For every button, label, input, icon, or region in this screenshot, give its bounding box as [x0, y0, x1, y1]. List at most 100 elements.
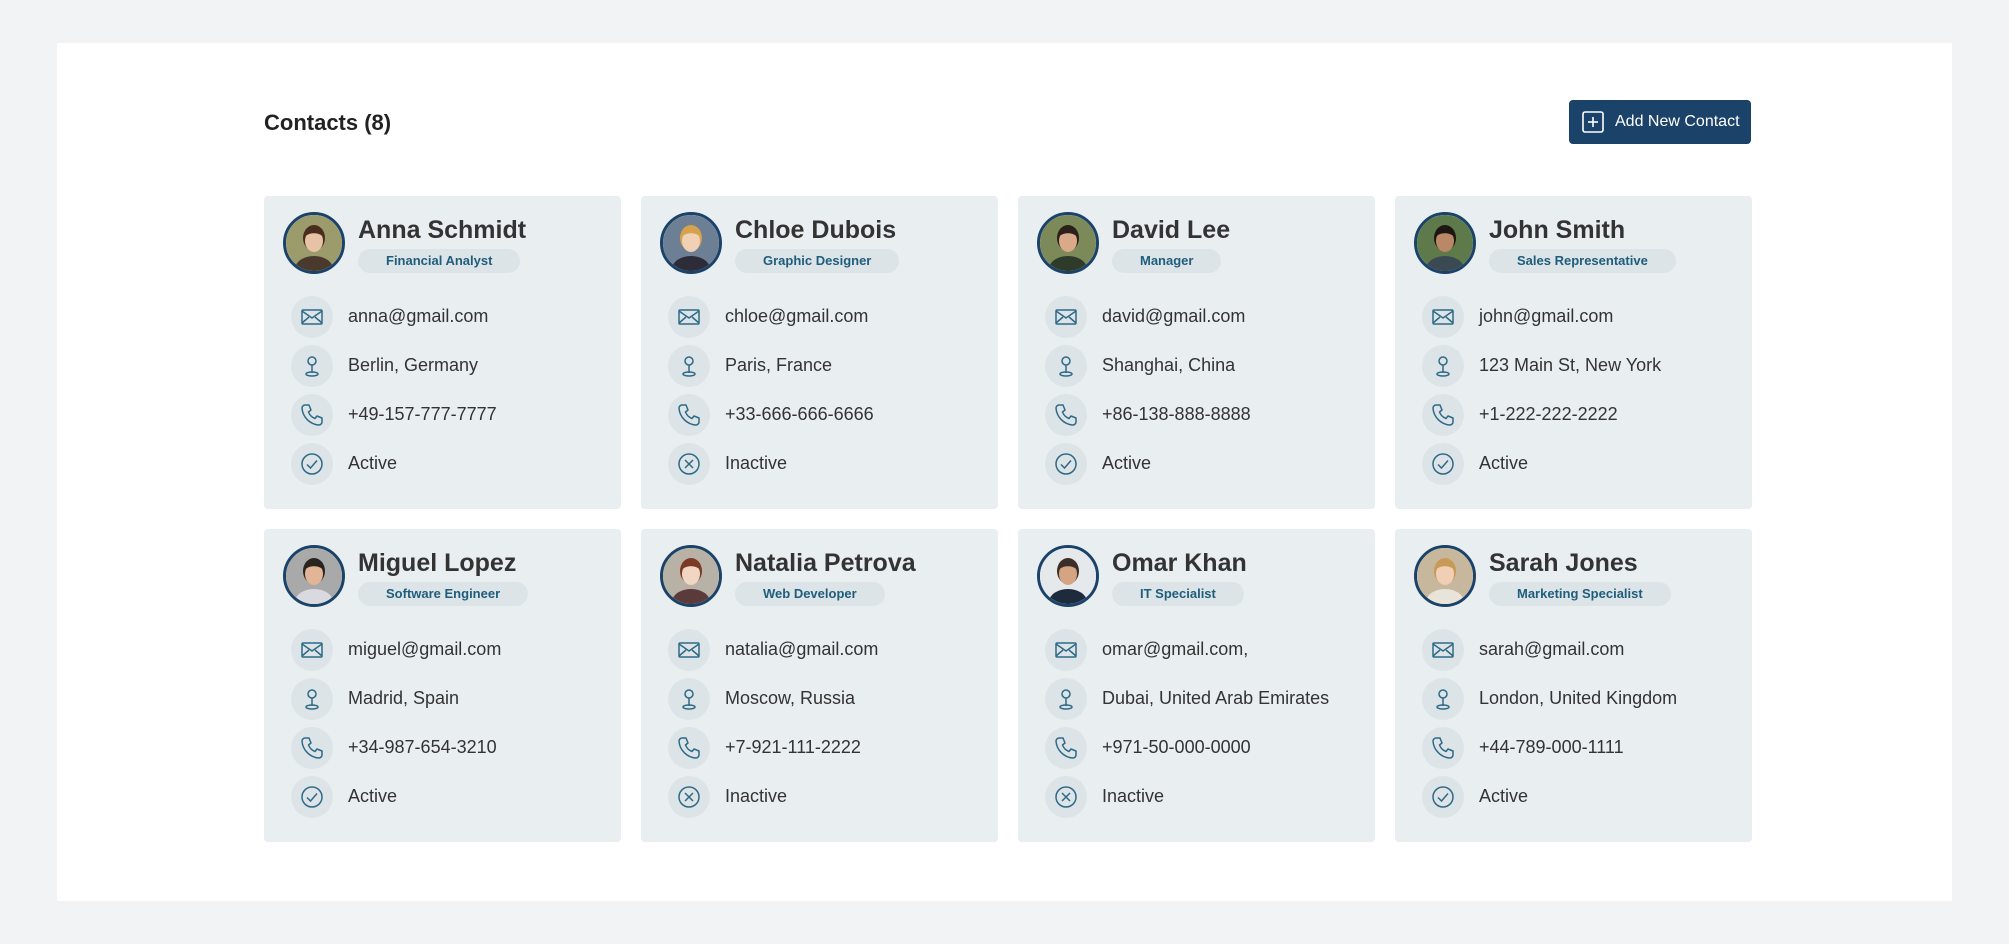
location-pin-icon: [668, 677, 710, 720]
location-pin-icon: [291, 677, 333, 720]
email-row[interactable]: sarah@gmail.com: [1422, 625, 1677, 674]
check-circle-icon: [1045, 442, 1087, 485]
x-circle-icon: [1045, 775, 1087, 818]
location-row: Dubai, United Arab Emirates: [1045, 674, 1329, 723]
email-row[interactable]: chloe@gmail.com: [668, 292, 874, 341]
page-title: Contacts (8): [264, 110, 392, 135]
email-row[interactable]: natalia@gmail.com: [668, 625, 878, 674]
role-badge: Manager: [1112, 249, 1222, 273]
plus-square-icon: [1581, 110, 1605, 134]
phone-value: +971-50-000-0000: [1102, 737, 1251, 757]
avatar: [660, 545, 722, 607]
phone-value: +49-157-777-7777: [348, 404, 497, 424]
email-row[interactable]: anna@gmail.com: [291, 292, 497, 341]
location-row: Paris, France: [668, 341, 874, 390]
contact-details: anna@gmail.com Berlin, Germany +49-157-777…: [291, 292, 497, 488]
role-badge: Marketing Specialist: [1489, 582, 1671, 606]
status-value: Inactive: [725, 786, 788, 806]
contact-details: chloe@gmail.com Paris, France +33-666-666-…: [668, 292, 874, 488]
role-badge: Financial Analyst: [358, 249, 521, 273]
contact-details: david@gmail.com Shanghai, China +86-138-88…: [1045, 292, 1251, 488]
avatar: [283, 545, 345, 607]
role-badge: Sales Representative: [1489, 249, 1676, 273]
email-row[interactable]: david@gmail.com: [1045, 292, 1251, 341]
contacts-grid: Anna Schmidt Financial Analyst anna@gmail.…: [264, 196, 1752, 842]
phone-value: +34-987-654-3210: [348, 737, 497, 757]
status-value: Active: [1479, 786, 1529, 806]
contact-card[interactable]: Sarah Jones Marketing Specialist sarah@gma…: [1395, 529, 1752, 842]
phone-value: +86-138-888-8888: [1102, 404, 1251, 424]
contact-card[interactable]: Anna Schmidt Financial Analyst anna@gmail.…: [264, 196, 621, 509]
location-pin-icon: [1045, 344, 1087, 387]
contact-card[interactable]: Omar Khan IT Specialist omar@gmail.com, Dub…: [1018, 529, 1375, 842]
phone-row[interactable]: +971-50-000-0000: [1045, 723, 1329, 772]
email-row[interactable]: miguel@gmail.com: [291, 625, 501, 674]
avatar: [1414, 212, 1476, 274]
status-value: Active: [348, 786, 398, 806]
contact-card[interactable]: Chloe Dubois Graphic Designer chloe@gmail.…: [641, 196, 998, 509]
avatar: [1037, 545, 1099, 607]
location-value: Madrid, Spain: [348, 688, 460, 708]
check-circle-icon: [1422, 442, 1464, 485]
envelope-icon: [668, 295, 710, 338]
location-pin-icon: [668, 344, 710, 387]
phone-row[interactable]: +33-666-666-6666: [668, 390, 874, 439]
contact-details: miguel@gmail.com Madrid, Spain +34-987-654…: [291, 625, 501, 821]
location-row: Madrid, Spain: [291, 674, 501, 723]
contact-card[interactable]: Natalia Petrova Web Developer natalia@gmai…: [641, 529, 998, 842]
envelope-icon: [1045, 295, 1087, 338]
phone-icon: [1422, 726, 1464, 769]
envelope-icon: [1422, 295, 1464, 338]
email-value: miguel@gmail.com: [348, 639, 502, 659]
email-value: sarah@gmail.com: [1479, 639, 1625, 659]
location-value: Shanghai, China: [1102, 355, 1236, 375]
email-row[interactable]: john@gmail.com: [1422, 292, 1661, 341]
envelope-icon: [291, 295, 333, 338]
phone-value: +1-222-222-2222: [1479, 404, 1618, 424]
location-value: Moscow, Russia: [725, 688, 856, 708]
contact-name: John Smith: [1489, 216, 1626, 244]
contact-name: David Lee: [1112, 216, 1231, 244]
phone-row[interactable]: +7-921-111-2222: [668, 723, 878, 772]
location-pin-icon: [1422, 677, 1464, 720]
status-value: Inactive: [725, 453, 788, 473]
location-pin-icon: [1422, 344, 1464, 387]
envelope-icon: [668, 628, 710, 671]
location-row: London, United Kingdom: [1422, 674, 1677, 723]
email-value: anna@gmail.com: [348, 306, 489, 326]
x-circle-icon: [668, 442, 710, 485]
location-pin-icon: [1045, 677, 1087, 720]
role-badge: Web Developer: [735, 582, 885, 606]
status-row: Active: [291, 439, 497, 488]
status-value: Active: [1479, 453, 1529, 473]
phone-row[interactable]: +49-157-777-7777: [291, 390, 497, 439]
status-value: Active: [348, 453, 398, 473]
phone-row[interactable]: +44-789-000-1111: [1422, 723, 1677, 772]
email-row[interactable]: omar@gmail.com,: [1045, 625, 1329, 674]
contact-card[interactable]: Miguel Lopez Software Engineer miguel@gmai…: [264, 529, 621, 842]
avatar: [660, 212, 722, 274]
add-new-contact-button[interactable]: Add New Contact: [1569, 100, 1751, 144]
contact-card[interactable]: David Lee Manager david@gmail.com Shanghai,…: [1018, 196, 1375, 509]
location-row: Shanghai, China: [1045, 341, 1251, 390]
contact-name: Chloe Dubois: [735, 216, 897, 244]
phone-icon: [668, 726, 710, 769]
status-row: Inactive: [668, 439, 874, 488]
phone-row[interactable]: +34-987-654-3210: [291, 723, 501, 772]
envelope-icon: [291, 628, 333, 671]
role-badge: Software Engineer: [358, 582, 529, 606]
avatar: [1414, 545, 1476, 607]
add-new-contact-label: Add New Contact: [1615, 113, 1740, 130]
contact-details: john@gmail.com 123 Main St, New York +1-22…: [1422, 292, 1661, 488]
phone-row[interactable]: +86-138-888-8888: [1045, 390, 1251, 439]
check-circle-icon: [291, 775, 333, 818]
status-row: Active: [1422, 772, 1677, 821]
contact-card[interactable]: John Smith Sales Representative john@gmail…: [1395, 196, 1752, 509]
contact-name: Anna Schmidt: [358, 216, 527, 244]
contact-name: Natalia Petrova: [735, 549, 916, 577]
contact-details: omar@gmail.com, Dubai, United Arab Emirat…: [1045, 625, 1329, 821]
status-row: Inactive: [668, 772, 878, 821]
phone-icon: [1045, 393, 1087, 436]
status-row: Active: [1422, 439, 1661, 488]
phone-row[interactable]: +1-222-222-2222: [1422, 390, 1661, 439]
